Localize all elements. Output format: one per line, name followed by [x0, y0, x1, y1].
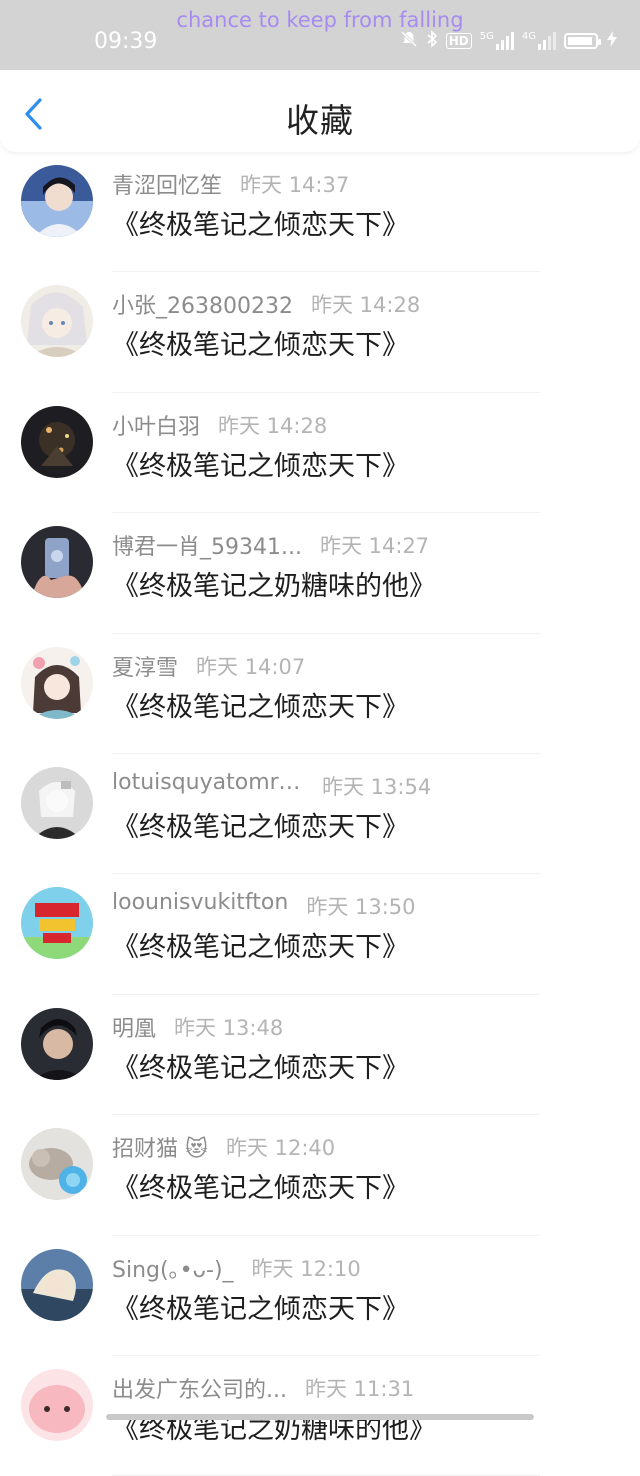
bluetooth-icon — [426, 30, 438, 52]
network-4g-label: 4G — [521, 31, 536, 42]
charging-icon — [606, 30, 618, 52]
list-item[interactable]: Sing(｡•ᴗ-)_ 昨天 12:10 《终极笔记之倾恋天下》 — [0, 1236, 640, 1356]
avatar[interactable] — [21, 526, 93, 599]
timestamp: 昨天 13:48 — [174, 1015, 284, 1040]
book-title[interactable]: 《终极笔记之倾恋天下》 — [112, 1287, 409, 1326]
signal-4g-icon: 4G — [522, 32, 556, 50]
list-item[interactable]: 青涩回忆笙 昨天 14:37 《终极笔记之倾恋天下》 — [0, 152, 640, 273]
list-item[interactable]: loounisvukitfton 昨天 13:50 《终极笔记之倾恋天下》 — [0, 874, 640, 995]
list-item[interactable]: 招财猫 😻 昨天 12:40 《终极笔记之倾恋天下》 — [0, 1115, 640, 1236]
scrollbar[interactable] — [106, 1414, 534, 1420]
book-title[interactable]: 《终极笔记之倾恋天下》 — [112, 444, 409, 483]
list-item[interactable]: 夏淳雪 昨天 14:07 《终极笔记之倾恋天下》 — [0, 634, 640, 754]
user-name[interactable]: 小张_263800232 — [112, 288, 293, 320]
timestamp: 昨天 13:50 — [306, 895, 416, 920]
battery-icon — [564, 33, 601, 49]
timestamp: 昨天 11:31 — [304, 1376, 415, 1401]
book-title[interactable]: 《终极笔记之倾恋天下》 — [112, 925, 409, 964]
book-title[interactable]: 《终极笔记之倾恋天下》 — [112, 1166, 409, 1205]
book-title[interactable]: 《终极笔记之倾恋天下》 — [112, 323, 409, 362]
list-item[interactable]: 明凰 昨天 13:48 《终极笔记之倾恋天下》 — [0, 995, 640, 1116]
timestamp: 昨天 14:27 — [319, 534, 430, 559]
timestamp: 昨天 14:28 — [218, 413, 328, 438]
user-name[interactable]: 夏淳雪 — [112, 650, 178, 682]
book-title[interactable]: 《终极笔记之倾恋天下》 — [112, 203, 409, 242]
timestamp: 昨天 12:10 — [251, 1256, 361, 1281]
user-name[interactable]: loounisvukitfton — [112, 890, 288, 915]
user-name[interactable]: lotuisquyatomrn... — [112, 770, 304, 795]
status-icons: HD 5G 4G — [400, 30, 618, 52]
book-title[interactable]: 《终极笔记之倾恋天下》 — [112, 805, 409, 844]
avatar[interactable] — [21, 1368, 93, 1441]
hd-badge: HD — [445, 33, 472, 49]
user-name[interactable]: Sing(｡•ᴗ-)_ — [112, 1252, 234, 1284]
avatar[interactable] — [21, 1007, 93, 1080]
avatar[interactable] — [21, 165, 93, 237]
network-5g-label: 5G — [479, 31, 494, 42]
user-name[interactable]: 出发广东公司的... — [112, 1372, 287, 1404]
user-name[interactable]: 小叶白羽 — [112, 409, 200, 441]
avatar[interactable] — [21, 285, 93, 358]
page-title: 收藏 — [286, 101, 354, 140]
timestamp: 昨天 14:07 — [196, 654, 306, 679]
avatar[interactable] — [21, 887, 93, 960]
avatar[interactable] — [21, 766, 93, 839]
list-item[interactable]: 博君一肖_59341... 昨天 14:27 《终极笔记之奶糖味的他》 — [0, 513, 640, 634]
signal-5g-icon: 5G — [480, 32, 514, 50]
avatar[interactable] — [21, 646, 93, 719]
user-name[interactable]: 明凰 — [112, 1011, 156, 1043]
favorites-list: 青涩回忆笙 昨天 14:37 《终极笔记之倾恋天下》 小张_263800232 昨天 1… — [0, 152, 640, 1476]
list-item[interactable]: 小张_263800232 昨天 14:28 《终极笔记之倾恋天下》 — [0, 272, 640, 393]
avatar[interactable] — [21, 405, 93, 478]
user-name[interactable]: 青涩回忆笙 — [112, 168, 222, 200]
timestamp: 昨天 14:37 — [240, 173, 350, 197]
timestamp: 昨天 13:54 — [322, 774, 432, 799]
list-item[interactable]: 小叶白羽 昨天 14:28 《终极笔记之倾恋天下》 — [0, 393, 640, 514]
avatar[interactable] — [21, 1248, 93, 1321]
book-title[interactable]: 《终极笔记之倾恋天下》 — [112, 1046, 409, 1085]
book-title[interactable]: 《终极笔记之倾恋天下》 — [112, 685, 409, 724]
timestamp: 昨天 14:28 — [310, 293, 421, 318]
header: 收藏 — [0, 70, 640, 152]
mute-bell-icon — [400, 30, 418, 52]
book-title[interactable]: 《终极笔记之奶糖味的他》 — [112, 1407, 436, 1446]
status-bar: chance to keep from falling 09:39 HD 5G … — [0, 0, 640, 70]
book-title[interactable]: 《终极笔记之奶糖味的他》 — [112, 564, 436, 603]
user-name[interactable]: 博君一肖_59341... — [112, 529, 302, 561]
user-name[interactable]: 招财猫 😻 — [112, 1131, 208, 1163]
avatar[interactable] — [21, 1128, 93, 1201]
status-time: 09:39 — [94, 29, 158, 54]
timestamp: 昨天 12:40 — [225, 1136, 336, 1161]
list-item[interactable]: lotuisquyatomrn... 昨天 13:54 《终极笔记之倾恋天下》 — [0, 754, 640, 875]
